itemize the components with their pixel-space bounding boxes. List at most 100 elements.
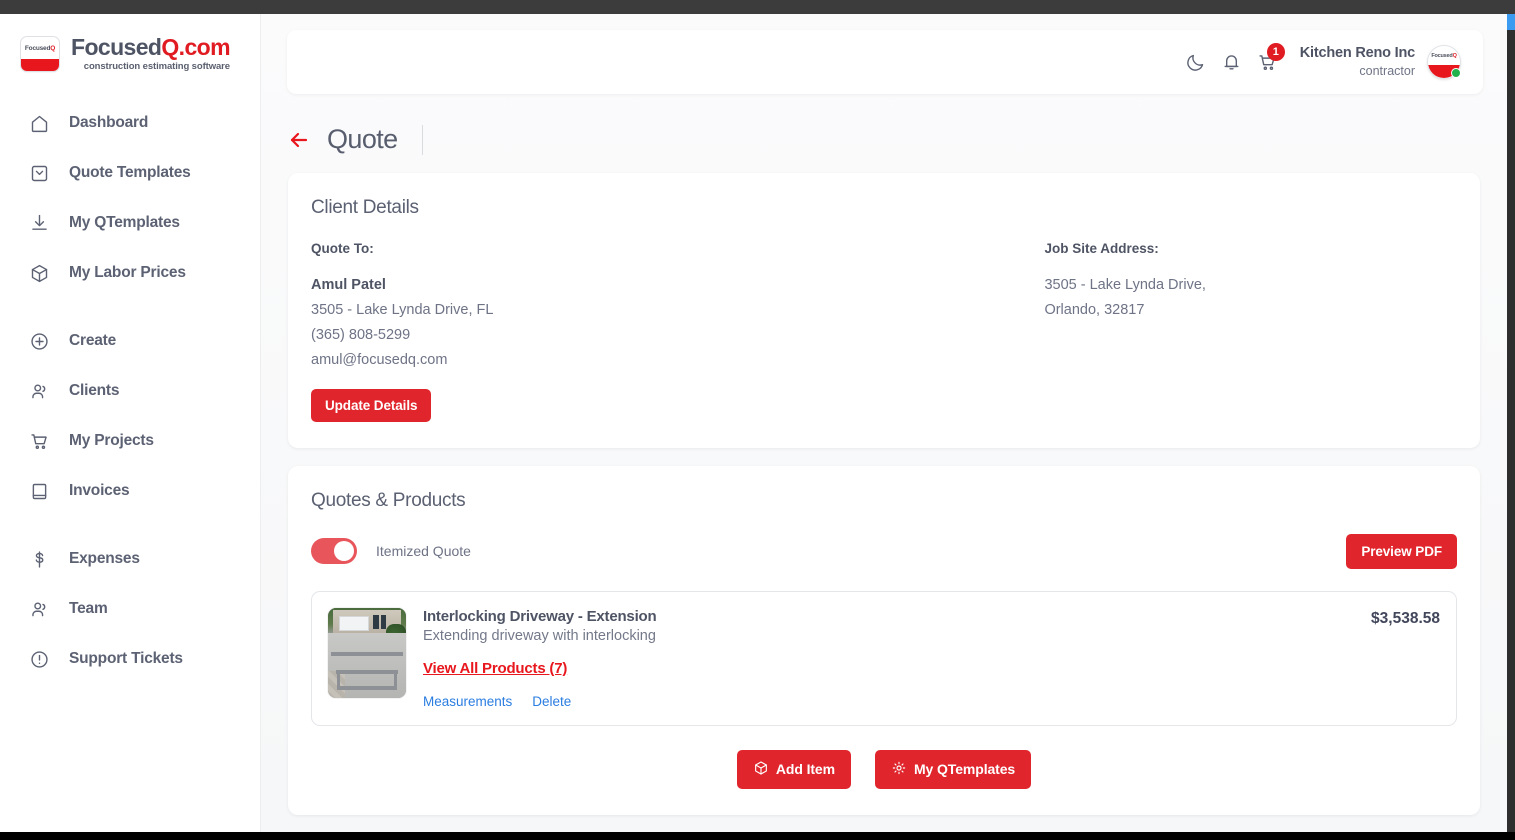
preview-pdf-button[interactable]: Preview PDF bbox=[1346, 533, 1457, 569]
my-qtemplates-button[interactable]: My QTemplates bbox=[874, 749, 1032, 789]
toggle-knob bbox=[334, 541, 354, 562]
product-price: $3,538.58 bbox=[1371, 609, 1440, 627]
cart-badge: 1 bbox=[1266, 43, 1285, 61]
measurements-link[interactable]: Measurements bbox=[423, 694, 512, 709]
avatar-dark-text: Focused bbox=[1431, 52, 1453, 59]
sidebar-divider-gap bbox=[0, 298, 260, 316]
logo-text-red: Q.com bbox=[161, 34, 230, 61]
add-item-button[interactable]: Add Item bbox=[736, 749, 851, 789]
arrow-left-icon[interactable] bbox=[287, 128, 311, 152]
sidebar: Focused Q FocusedQ.com construction estim… bbox=[0, 14, 261, 832]
browser-scrollbar-right[interactable] bbox=[1507, 14, 1515, 832]
sidebar-item-quote-templates[interactable]: Quote Templates bbox=[0, 148, 260, 198]
client-email: amul@focusedq.com bbox=[311, 351, 448, 368]
sidebar-label: Dashboard bbox=[69, 114, 149, 131]
footer-actions: Add Item My QTemplates bbox=[311, 749, 1457, 789]
page-header: Quote bbox=[261, 94, 1507, 155]
sidebar-item-team[interactable]: Team bbox=[0, 584, 260, 634]
scrollbar-thumb[interactable] bbox=[1507, 14, 1515, 30]
download-icon bbox=[28, 212, 50, 234]
sidebar-label: Invoices bbox=[69, 482, 130, 499]
client-phone: (365) 808-5299 bbox=[311, 326, 411, 343]
sidebar-item-dashboard[interactable]: Dashboard bbox=[0, 98, 260, 148]
driveway-photo-thumbnail bbox=[328, 607, 406, 698]
avatar-red-text: Q bbox=[1452, 52, 1457, 59]
job-site-label: Job Site Address: bbox=[1044, 241, 1159, 256]
app-window: Focused Q FocusedQ.com construction estim… bbox=[0, 0, 1515, 840]
view-all-products-link[interactable]: View All Products (7) bbox=[423, 660, 567, 677]
product-title: Interlocking Driveway - Extension bbox=[423, 607, 657, 625]
logo-tagline: construction estimating software bbox=[83, 61, 230, 73]
quotes-products-card: Quotes & Products Itemized Quote Preview… bbox=[288, 465, 1480, 815]
logo-text-dark: Focused bbox=[71, 34, 162, 61]
itemized-quote-label: Itemized Quote bbox=[376, 543, 471, 560]
cart-button[interactable]: 1 bbox=[1250, 43, 1286, 80]
sidebar-label: My Labor Prices bbox=[69, 264, 186, 281]
box-icon bbox=[753, 760, 769, 779]
quote-to-label: Quote To: bbox=[311, 241, 374, 256]
brand-logo[interactable]: Focused Q FocusedQ.com construction estim… bbox=[0, 32, 260, 76]
dollar-icon bbox=[28, 548, 50, 570]
update-details-button[interactable]: Update Details bbox=[311, 388, 432, 422]
sidebar-item-my-projects[interactable]: My Projects bbox=[0, 416, 260, 466]
cart-icon bbox=[28, 430, 50, 452]
sidebar-label: Expenses bbox=[69, 550, 140, 567]
briefcase-icon bbox=[28, 162, 50, 184]
client-details-title: Client Details bbox=[311, 197, 419, 218]
client-details-card: Client Details Quote To: Amul Patel 3505… bbox=[288, 173, 1480, 448]
sidebar-item-my-labor-prices[interactable]: My Labor Prices bbox=[0, 248, 260, 298]
logo-mark-red-text: Q bbox=[50, 44, 56, 52]
moon-icon[interactable] bbox=[1178, 44, 1214, 80]
browser-bottom-chrome bbox=[0, 832, 1515, 840]
logo-mark-icon: Focused Q bbox=[20, 36, 60, 72]
sidebar-label: Support Tickets bbox=[69, 650, 183, 667]
sidebar-label: Quote Templates bbox=[69, 164, 191, 181]
sidebar-label: Clients bbox=[69, 382, 120, 399]
user-role: contractor bbox=[1359, 64, 1415, 79]
delete-link[interactable]: Delete bbox=[532, 694, 571, 709]
job-site-line-1: 3505 - Lake Lynda Drive, bbox=[1044, 277, 1206, 293]
sidebar-label: My QTemplates bbox=[69, 214, 180, 231]
sidebar-item-support-tickets[interactable]: Support Tickets bbox=[0, 634, 260, 684]
my-qtemplates-label: My QTemplates bbox=[913, 761, 1016, 778]
user-info[interactable]: Kitchen Reno Inc contractor bbox=[1300, 44, 1415, 80]
users-icon bbox=[28, 380, 50, 402]
quotes-products-title: Quotes & Products bbox=[311, 489, 466, 511]
book-icon bbox=[28, 480, 50, 502]
home-icon bbox=[28, 112, 50, 134]
sidebar-item-create[interactable]: Create bbox=[0, 316, 260, 366]
browser-top-chrome bbox=[0, 0, 1515, 14]
sidebar-item-invoices[interactable]: Invoices bbox=[0, 466, 260, 516]
alert-circle-icon bbox=[28, 648, 50, 670]
box-icon bbox=[28, 262, 50, 284]
topbar: 1 Kitchen Reno Inc contractor Focused Q bbox=[287, 30, 1483, 94]
logo-mark-dark-text: Focused bbox=[24, 44, 51, 52]
product-description: Extending driveway with interlocking bbox=[423, 627, 656, 644]
avatar[interactable]: Focused Q bbox=[1427, 45, 1461, 79]
sidebar-label: My Projects bbox=[69, 432, 154, 449]
bell-icon[interactable] bbox=[1214, 44, 1250, 80]
page-title: Quote bbox=[327, 124, 398, 154]
itemized-quote-toggle[interactable] bbox=[311, 538, 357, 565]
sidebar-item-expenses[interactable]: Expenses bbox=[0, 534, 260, 584]
client-address: 3505 - Lake Lynda Drive, FL bbox=[311, 301, 494, 318]
sidebar-divider-gap-2 bbox=[0, 516, 260, 534]
status-badge-online bbox=[1451, 68, 1461, 78]
gear-icon bbox=[891, 760, 907, 779]
sidebar-item-clients[interactable]: Clients bbox=[0, 366, 260, 416]
job-site-line-2: Orlando, 32817 bbox=[1044, 301, 1145, 318]
client-name: Amul Patel bbox=[311, 277, 386, 293]
sidebar-label: Team bbox=[69, 600, 108, 617]
company-name: Kitchen Reno Inc bbox=[1299, 45, 1415, 62]
sidebar-item-my-qtemplates[interactable]: My QTemplates bbox=[0, 198, 260, 248]
add-item-label: Add Item bbox=[775, 761, 835, 778]
users-icon bbox=[28, 598, 50, 620]
header-divider bbox=[421, 124, 423, 155]
quote-to-column: Quote To: Amul Patel 3505 - Lake Lynda D… bbox=[311, 241, 1044, 422]
job-site-column: Job Site Address: 3505 - Lake Lynda Driv… bbox=[1044, 241, 1457, 422]
plus-circle-icon bbox=[28, 330, 50, 352]
product-list-item[interactable]: Interlocking Driveway - Extension Extend… bbox=[311, 590, 1457, 726]
sidebar-label: Create bbox=[69, 332, 117, 349]
sidebar-nav: Dashboard Quote Templates My QTemplates … bbox=[0, 98, 260, 684]
main-content: 1 Kitchen Reno Inc contractor FocusedQ bbox=[261, 14, 1507, 832]
